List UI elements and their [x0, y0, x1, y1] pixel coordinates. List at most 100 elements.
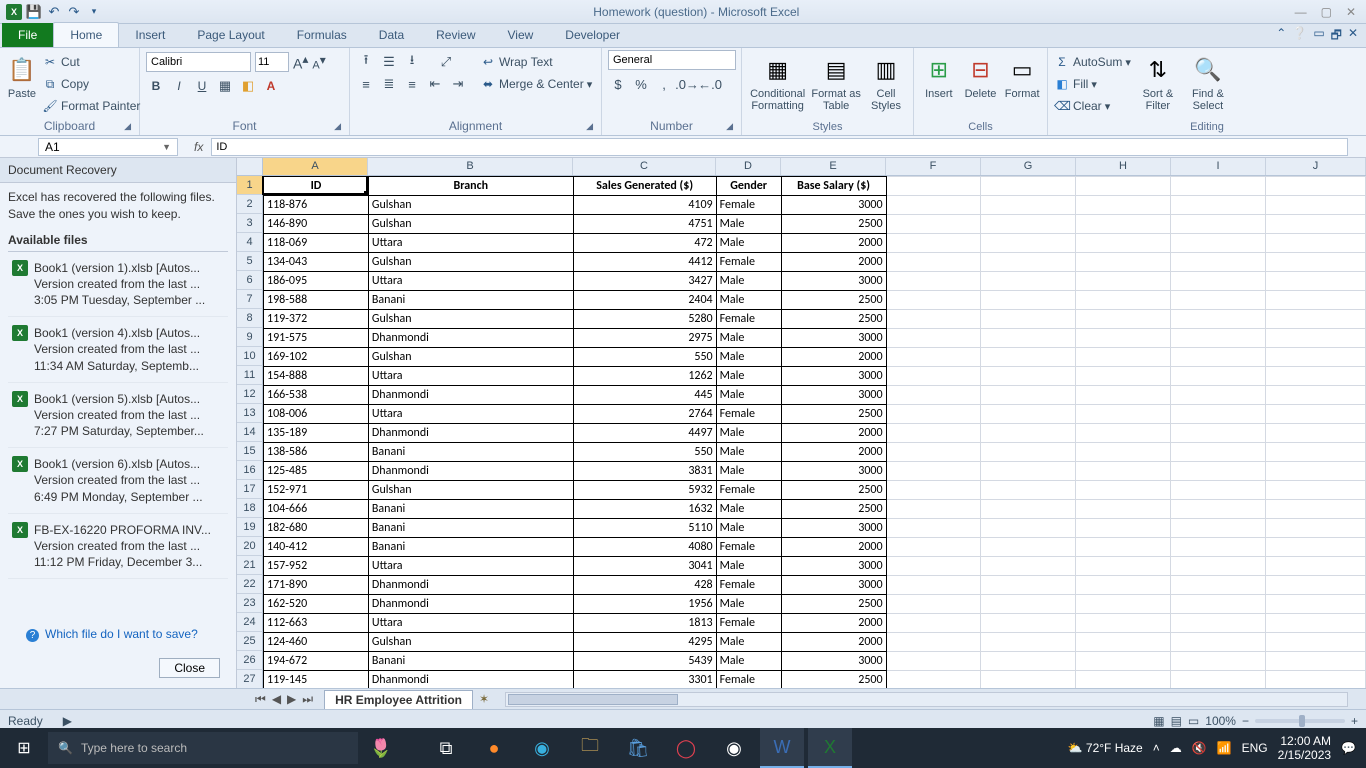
cell[interactable]: 2000 — [781, 424, 886, 443]
conditional-formatting-button[interactable]: ▦Conditional Formatting — [748, 50, 807, 112]
row-header[interactable]: 4 — [237, 233, 263, 252]
window-close-icon[interactable]: ✕ — [1348, 26, 1358, 47]
column-header[interactable]: D — [716, 158, 781, 175]
cell[interactable]: Male — [716, 462, 781, 481]
cell[interactable]: 138-586 — [264, 443, 369, 462]
window-min-icon[interactable]: ▭ — [1313, 26, 1324, 47]
cell[interactable]: 191-575 — [264, 329, 369, 348]
cell[interactable]: 3427 — [573, 272, 716, 291]
sheet-tab[interactable]: HR Employee Attrition — [324, 690, 473, 709]
new-sheet-button[interactable]: ✶ — [473, 692, 495, 706]
row-header[interactable]: 16 — [237, 461, 263, 480]
align-bottom-button[interactable]: ⭳ — [402, 52, 422, 72]
window-restore-icon[interactable]: 🗗 — [1331, 26, 1342, 47]
header-cell[interactable]: ID — [264, 177, 369, 196]
cell[interactable]: Female — [716, 576, 781, 595]
tray-volume-icon[interactable]: 🔇 — [1192, 741, 1207, 755]
taskbar-flower-icon[interactable]: 🌷 — [358, 738, 404, 759]
cell[interactable]: Male — [716, 519, 781, 538]
close-button[interactable]: ✕ — [1346, 5, 1356, 19]
cell[interactable]: Male — [716, 424, 781, 443]
maximize-button[interactable]: ▢ — [1321, 5, 1332, 19]
outdent-button[interactable]: ⇤ — [425, 74, 445, 94]
save-icon[interactable]: 💾 — [26, 4, 42, 20]
cell[interactable]: 119-372 — [264, 310, 369, 329]
qat-dropdown-icon[interactable]: ▾ — [86, 4, 102, 20]
cell[interactable]: Banani — [368, 443, 573, 462]
row-header[interactable]: 6 — [237, 271, 263, 290]
row-header[interactable]: 23 — [237, 594, 263, 613]
cell[interactable]: 182-680 — [264, 519, 369, 538]
cell[interactable]: 2500 — [781, 500, 886, 519]
cell[interactable]: Gulshan — [368, 481, 573, 500]
cell[interactable]: 124-460 — [264, 633, 369, 652]
row-header[interactable]: 1 — [237, 176, 263, 195]
doc-recovery-item[interactable]: XBook1 (version 6).xlsb [Autos...Version… — [8, 448, 228, 514]
cell[interactable]: 2000 — [781, 443, 886, 462]
tray-onedrive-icon[interactable]: ☁ — [1170, 741, 1182, 755]
cell-styles-button[interactable]: ▥Cell Styles — [865, 50, 907, 112]
sort-filter-button[interactable]: ⇅Sort & Filter — [1135, 50, 1181, 112]
zoom-slider[interactable] — [1255, 719, 1345, 723]
clear-button[interactable]: ⌫Clear ▾ — [1054, 96, 1131, 116]
zoom-level[interactable]: 100% — [1205, 714, 1236, 728]
cell[interactable]: Female — [716, 671, 781, 689]
cell[interactable]: Male — [716, 348, 781, 367]
cell[interactable]: 5280 — [573, 310, 716, 329]
cell[interactable]: 1956 — [573, 595, 716, 614]
cell[interactable]: 134-043 — [264, 253, 369, 272]
format-as-table-button[interactable]: ▤Format as Table — [811, 50, 861, 112]
cell[interactable]: Gulshan — [368, 253, 573, 272]
cell[interactable]: 550 — [573, 348, 716, 367]
cell[interactable]: 2500 — [781, 671, 886, 689]
cell[interactable]: Uttara — [368, 367, 573, 386]
tab-nav-last[interactable]: ⏭ — [299, 692, 316, 707]
tray-notifications-icon[interactable]: 💬 — [1341, 741, 1356, 755]
align-center-button[interactable]: ≣ — [379, 74, 399, 94]
view-layout-icon[interactable]: ▤ — [1171, 714, 1182, 728]
cell[interactable]: Dhanmondi — [368, 424, 573, 443]
cell[interactable]: Dhanmondi — [368, 462, 573, 481]
file-tab[interactable]: File — [2, 23, 53, 47]
cell[interactable]: Uttara — [368, 614, 573, 633]
row-header[interactable]: 2 — [237, 195, 263, 214]
doc-recovery-list[interactable]: XBook1 (version 1).xlsb [Autos...Version… — [8, 251, 228, 617]
cell[interactable]: 3000 — [781, 386, 886, 405]
shrink-font-icon[interactable]: A▾ — [312, 53, 325, 72]
cut-button[interactable]: ✂Cut — [42, 52, 140, 72]
cell[interactable]: 3000 — [781, 557, 886, 576]
undo-icon[interactable]: ↶ — [46, 4, 62, 20]
fill-button[interactable]: ◧Fill ▾ — [1054, 74, 1131, 94]
cell[interactable]: Female — [716, 405, 781, 424]
dialog-launcher-icon[interactable]: ◢ — [586, 121, 593, 132]
cell[interactable]: 1262 — [573, 367, 716, 386]
taskbar-search[interactable]: 🔍Type here to search — [48, 732, 358, 764]
cell[interactable]: Female — [716, 196, 781, 215]
cell[interactable]: 2000 — [781, 614, 886, 633]
cell[interactable]: 171-890 — [264, 576, 369, 595]
cell[interactable]: 4295 — [573, 633, 716, 652]
column-header[interactable]: J — [1266, 158, 1366, 175]
row-header[interactable]: 13 — [237, 404, 263, 423]
cell[interactable]: 4109 — [573, 196, 716, 215]
tray-chevron-icon[interactable]: ˄ — [1153, 741, 1160, 755]
cell[interactable]: Female — [716, 253, 781, 272]
cell[interactable]: Male — [716, 329, 781, 348]
zoom-out-button[interactable]: − — [1242, 714, 1249, 728]
row-header[interactable]: 27 — [237, 670, 263, 688]
doc-recovery-item[interactable]: XBook1 (version 4).xlsb [Autos...Version… — [8, 317, 228, 383]
row-header[interactable]: 11 — [237, 366, 263, 385]
cell[interactable]: 2500 — [781, 481, 886, 500]
view-pagebreak-icon[interactable]: ▭ — [1188, 714, 1199, 728]
wrap-text-button[interactable]: ↩Wrap Text — [480, 52, 592, 72]
cell[interactable]: 108-006 — [264, 405, 369, 424]
column-header[interactable]: F — [886, 158, 981, 175]
store-app[interactable]: 🛍 — [616, 728, 660, 768]
format-painter-button[interactable]: 🖌Format Painter — [42, 96, 140, 116]
dialog-launcher-icon[interactable]: ◢ — [726, 121, 733, 132]
cell[interactable]: Female — [716, 310, 781, 329]
cell[interactable]: 118-876 — [264, 196, 369, 215]
cell[interactable]: Male — [716, 234, 781, 253]
row-header[interactable]: 3 — [237, 214, 263, 233]
row-header[interactable]: 14 — [237, 423, 263, 442]
